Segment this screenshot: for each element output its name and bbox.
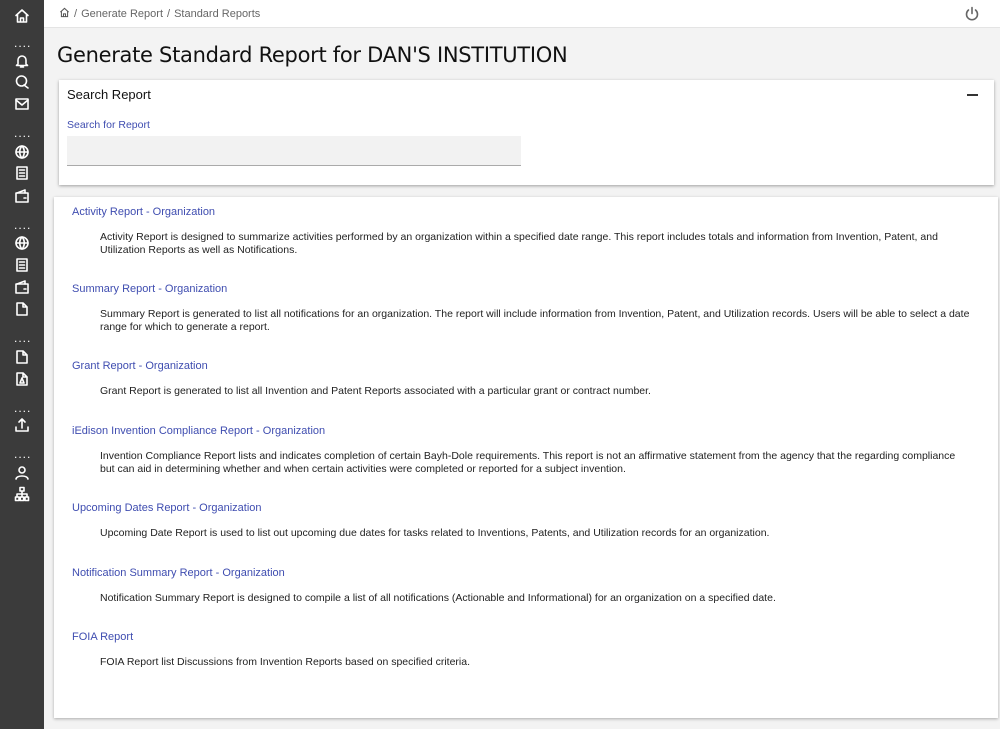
report-description: Summary Report is generated to list all … (100, 308, 972, 334)
more-dots[interactable]: .... (14, 335, 31, 341)
list-item: iEdison Invention Compliance Report - Or… (72, 425, 972, 476)
panel-title: Search Report (67, 87, 151, 102)
report-link[interactable]: Grant Report - Organization (72, 360, 972, 372)
report-link[interactable]: iEdison Invention Compliance Report - Or… (72, 425, 972, 437)
more-dots[interactable]: .... (14, 130, 31, 136)
globe-icon[interactable] (12, 143, 32, 161)
breadcrumb-standard-reports: Standard Reports (174, 8, 260, 20)
bell-icon[interactable] (12, 52, 32, 70)
report-list: Activity Report - Organization Activity R… (54, 197, 998, 718)
list-item: Activity Report - Organization Activity R… (72, 206, 972, 257)
top-bar: / Generate Report / Standard Reports (44, 0, 1000, 28)
upload-icon[interactable] (12, 416, 32, 434)
search-label: Search for Report (67, 119, 150, 131)
power-icon[interactable] (964, 6, 980, 22)
wallet-icon[interactable] (12, 187, 32, 205)
home-icon[interactable] (59, 7, 70, 21)
search-input[interactable] (67, 136, 521, 166)
more-dots[interactable]: .... (14, 405, 31, 411)
user-icon[interactable] (12, 464, 32, 482)
file-icon[interactable] (12, 348, 32, 366)
list-item: Upcoming Dates Report - Organization Upco… (72, 502, 972, 540)
report-link[interactable]: FOIA Report (72, 631, 972, 643)
report-description: Activity Report is designed to summarize… (100, 231, 972, 257)
report-description: Grant Report is generated to list all In… (100, 385, 972, 398)
list-item: Notification Summary Report - Organizati… (72, 567, 972, 605)
report-description: Invention Compliance Report lists and in… (100, 450, 972, 476)
breadcrumb: / Generate Report / Standard Reports (59, 7, 260, 21)
home-icon[interactable] (12, 7, 32, 25)
search-report-panel: Search Report Search for Report (59, 80, 994, 185)
globe-icon[interactable] (12, 234, 32, 252)
wallet-icon[interactable] (12, 278, 32, 296)
report-description: Upcoming Date Report is used to list out… (100, 527, 972, 540)
list-item: FOIA Report FOIA Report list Discussions … (72, 631, 972, 669)
file-icon[interactable] (12, 300, 32, 318)
report-description: FOIA Report list Discussions from Invent… (100, 656, 972, 669)
report-link[interactable]: Activity Report - Organization (72, 206, 972, 218)
sitemap-icon[interactable] (12, 485, 32, 503)
report-link[interactable]: Upcoming Dates Report - Organization (72, 502, 972, 514)
more-dots[interactable]: .... (14, 222, 31, 228)
list-item: Summary Report - Organization Summary Rep… (72, 283, 972, 334)
page-title: Generate Standard Report for DAN'S INSTI… (57, 43, 567, 67)
more-dots[interactable]: .... (14, 40, 31, 46)
report-link[interactable]: Summary Report - Organization (72, 283, 972, 295)
document-icon[interactable] (12, 256, 32, 274)
report-description: Notification Summary Report is designed … (100, 592, 972, 605)
mail-icon[interactable] (12, 95, 32, 113)
document-icon[interactable] (12, 164, 32, 182)
breadcrumb-generate-report[interactable]: Generate Report (81, 8, 163, 20)
collapse-icon[interactable] (967, 94, 978, 96)
report-link[interactable]: Notification Summary Report - Organizati… (72, 567, 972, 579)
list-item: Grant Report - Organization Grant Report … (72, 360, 972, 398)
sidebar: .... .... .... .... .... .... (0, 0, 44, 729)
chat-icon[interactable] (12, 73, 32, 91)
more-dots[interactable]: .... (14, 451, 31, 457)
pdf-icon[interactable] (12, 370, 32, 388)
